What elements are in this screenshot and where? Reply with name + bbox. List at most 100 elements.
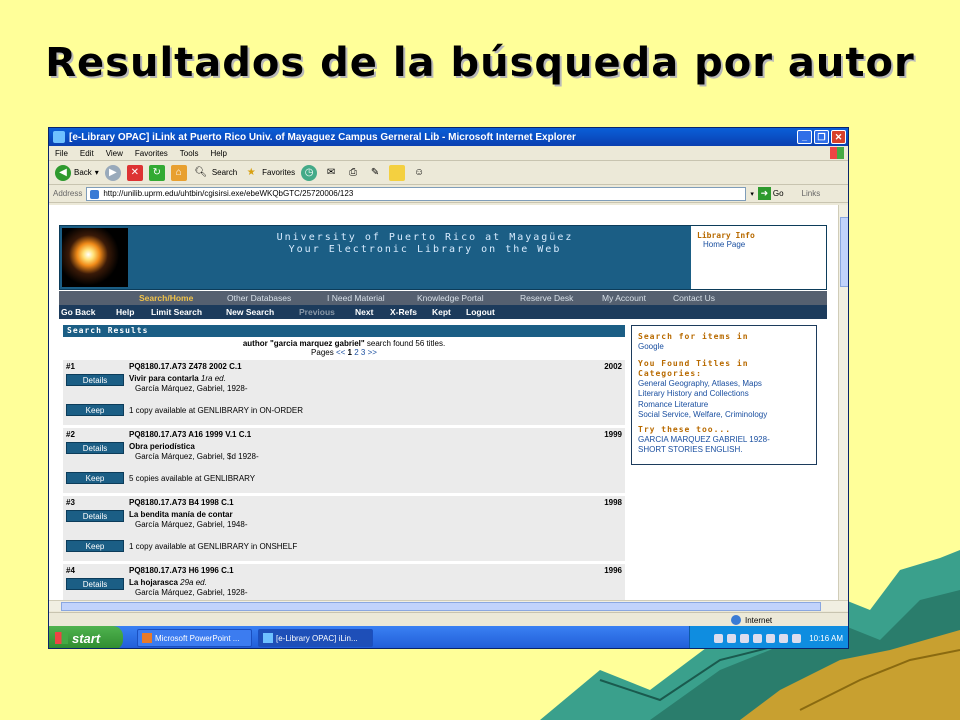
start-button[interactable]: start bbox=[49, 626, 123, 648]
page-3-link[interactable]: 3 bbox=[361, 348, 365, 357]
menu-favorites[interactable]: Favorites bbox=[135, 149, 168, 158]
minimize-button[interactable]: _ bbox=[797, 130, 812, 144]
google-link[interactable]: Google bbox=[638, 342, 810, 353]
call-number: PQ8180.17.A73 A16 1999 V.1 C.1 bbox=[129, 430, 252, 439]
details-button[interactable]: Details bbox=[66, 578, 124, 590]
go-back-link[interactable]: Go Back bbox=[61, 307, 96, 317]
search-label: Search bbox=[211, 168, 238, 177]
category-link[interactable]: Romance Literature bbox=[638, 400, 810, 411]
category-link[interactable]: Social Service, Welfare, Criminology bbox=[638, 410, 810, 421]
help-link[interactable]: Help bbox=[116, 307, 134, 317]
tray-icon[interactable] bbox=[753, 633, 763, 643]
menu-help[interactable]: Help bbox=[210, 149, 226, 158]
nav-contact-us[interactable]: Contact Us bbox=[673, 293, 715, 303]
go-button[interactable]: ➜ Go bbox=[757, 187, 784, 200]
library-tagline: Your Electronic Library on the Web bbox=[288, 244, 562, 255]
mail-button[interactable]: ✉ bbox=[323, 165, 339, 181]
refresh-button[interactable]: ↻ bbox=[148, 164, 165, 181]
favorites-button[interactable]: ★ Favorites bbox=[243, 165, 295, 181]
links-label[interactable]: Links bbox=[802, 189, 821, 198]
results-summary: author "garcia marquez gabriel" search f… bbox=[63, 339, 625, 348]
search-icon: 🔍︎ bbox=[194, 166, 208, 178]
category-link[interactable]: Literary History and Collections bbox=[638, 389, 810, 400]
call-number: PQ8180.17.A73 B4 1998 C.1 bbox=[129, 498, 234, 507]
scroll-thumb[interactable] bbox=[840, 217, 848, 287]
tray-icon[interactable] bbox=[714, 633, 724, 643]
taskbar-item-powerpoint[interactable]: Microsoft PowerPoint ... bbox=[137, 629, 252, 647]
messenger-button[interactable]: ☺ bbox=[411, 165, 427, 181]
stop-button[interactable]: ✕ bbox=[126, 164, 143, 181]
kept-link[interactable]: Kept bbox=[432, 307, 451, 317]
clock[interactable]: 10:16 AM bbox=[809, 634, 843, 643]
x-refs-link[interactable]: X-Refs bbox=[390, 307, 417, 317]
home-page-link[interactable]: Home Page bbox=[697, 240, 820, 249]
record-availability: 1 copy available at GENLIBRARY in ON-ORD… bbox=[129, 406, 303, 415]
page-2-link[interactable]: 2 bbox=[354, 348, 358, 357]
try-link[interactable]: GARCIA MARQUEZ GABRIEL 1928- bbox=[638, 435, 810, 446]
nav-my-account[interactable]: My Account bbox=[602, 293, 646, 303]
next-link[interactable]: Next bbox=[355, 307, 373, 317]
details-button[interactable]: Details bbox=[66, 374, 124, 386]
tray-icon[interactable] bbox=[792, 633, 802, 643]
nav-reserve-desk[interactable]: Reserve Desk bbox=[520, 293, 573, 303]
close-button[interactable]: ✕ bbox=[831, 130, 846, 144]
edit-button[interactable]: ✎ bbox=[367, 165, 383, 181]
logout-link[interactable]: Logout bbox=[466, 307, 495, 317]
search-button[interactable]: 🔍︎ Search bbox=[193, 165, 237, 181]
window-titlebar[interactable]: [e-Library OPAC] iLink at Puerto Rico Un… bbox=[49, 128, 848, 146]
forward-button[interactable]: ▶ bbox=[104, 164, 121, 181]
restore-button[interactable]: ❐ bbox=[814, 130, 829, 144]
print-button[interactable]: ⎙ bbox=[345, 165, 361, 181]
windows-flag-icon bbox=[55, 632, 68, 644]
try-these-title: Try these too... bbox=[638, 424, 732, 434]
taskbar: start Microsoft PowerPoint ... [e-Librar… bbox=[49, 626, 848, 648]
back-arrow-icon: ◀ bbox=[55, 164, 71, 181]
address-dropdown-icon[interactable]: ▾ bbox=[750, 190, 754, 198]
library-info-title: Library Info bbox=[697, 231, 755, 240]
menu-view[interactable]: View bbox=[106, 149, 123, 158]
details-button[interactable]: Details bbox=[66, 510, 124, 522]
call-number: PQ8180.17.A73 Z478 2002 C.1 bbox=[129, 362, 242, 371]
pages-prev-link[interactable]: << bbox=[336, 348, 345, 357]
folder-button[interactable] bbox=[389, 164, 406, 181]
horizontal-scrollbar[interactable] bbox=[49, 600, 848, 611]
record-title[interactable]: Obra periodística bbox=[129, 442, 195, 451]
menu-file[interactable]: File bbox=[55, 149, 68, 158]
pages-next-link[interactable]: >> bbox=[368, 348, 377, 357]
scroll-thumb[interactable] bbox=[61, 602, 821, 611]
record-title[interactable]: La bendita manía de contar bbox=[129, 510, 233, 519]
tray-icon[interactable] bbox=[727, 633, 737, 643]
slide-title: Resultados de la búsqueda por autor bbox=[45, 40, 915, 86]
keep-button[interactable]: Keep bbox=[66, 472, 124, 484]
back-label: Back bbox=[74, 168, 92, 177]
vertical-scrollbar[interactable] bbox=[838, 205, 848, 600]
keep-button[interactable]: Keep bbox=[66, 540, 124, 552]
record-title[interactable]: Vivir para contarla 1ra ed. bbox=[129, 374, 226, 383]
menu-edit[interactable]: Edit bbox=[80, 149, 94, 158]
history-button[interactable]: ◷ bbox=[301, 164, 318, 181]
toolbar: ◀ Back ▾ ▶ ✕ ↻ ⌂ 🔍︎ Search ★ Favorites ◷… bbox=[49, 161, 848, 185]
keep-button[interactable]: Keep bbox=[66, 404, 124, 416]
nav-knowledge-portal[interactable]: Knowledge Portal bbox=[417, 293, 484, 303]
home-button[interactable]: ⌂ bbox=[170, 164, 187, 181]
taskbar-item-ie[interactable]: [e-Library OPAC] iLin... bbox=[258, 629, 373, 647]
tray-icon[interactable] bbox=[740, 633, 750, 643]
try-link[interactable]: SHORT STORIES ENGLISH. bbox=[638, 445, 810, 456]
record-number: #3 bbox=[66, 498, 75, 507]
new-search-link[interactable]: New Search bbox=[226, 307, 274, 317]
category-link[interactable]: General Geography, Atlases, Maps bbox=[638, 379, 810, 390]
back-button[interactable]: ◀ Back ▾ bbox=[55, 164, 99, 181]
record-year: 1996 bbox=[604, 566, 622, 575]
record-title[interactable]: La hojarasca 29a ed. bbox=[129, 578, 207, 587]
ie-icon bbox=[53, 131, 65, 143]
nav-need-material[interactable]: I Need Material bbox=[327, 293, 385, 303]
nav-other-databases[interactable]: Other Databases bbox=[227, 293, 291, 303]
tray-icon[interactable] bbox=[766, 633, 776, 643]
tray-icon[interactable] bbox=[779, 633, 789, 643]
previous-link: Previous bbox=[299, 307, 335, 317]
address-input[interactable]: http://unilib.uprm.edu/uhtbin/cgisirsi.e… bbox=[86, 186, 747, 201]
nav-search-home[interactable]: Search/Home bbox=[139, 293, 193, 303]
limit-search-link[interactable]: Limit Search bbox=[151, 307, 202, 317]
details-button[interactable]: Details bbox=[66, 442, 124, 454]
menu-tools[interactable]: Tools bbox=[180, 149, 199, 158]
